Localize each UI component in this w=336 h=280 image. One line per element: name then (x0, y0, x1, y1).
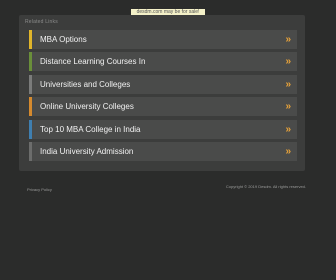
double-chevron-right-icon: » (285, 123, 291, 135)
double-chevron-right-icon: » (285, 56, 291, 68)
copyright-text: Copyright © 2019 Desdm. All rights reser… (225, 184, 306, 189)
related-link-india-admission[interactable]: India University Admission » (29, 141, 297, 161)
link-label[interactable]: MBA Options (40, 30, 87, 49)
link-label[interactable]: Top 10 MBA College in India (40, 120, 141, 139)
sale-banner[interactable]: desdm.com may be for sale! (0, 0, 336, 16)
double-chevron-right-icon: » (285, 101, 291, 113)
link-label[interactable]: Distance Learning Courses In (40, 52, 145, 71)
link-label[interactable]: Online University Colleges (40, 97, 134, 116)
related-links-list: MBA Options » Distance Learning Courses … (29, 30, 297, 164)
double-chevron-right-icon: » (285, 34, 291, 45)
related-link-distance-learning[interactable]: Distance Learning Courses In » (29, 52, 297, 72)
double-chevron-right-icon: » (285, 78, 291, 90)
double-chevron-right-icon: » (285, 145, 291, 157)
related-link-universities-colleges[interactable]: Universities and Colleges » (29, 74, 297, 94)
related-link-mba-options[interactable]: MBA Options » (29, 30, 297, 49)
related-links-panel: Related Links MBA Options » Distance Lea… (19, 15, 305, 171)
related-link-top-mba-india[interactable]: Top 10 MBA College in India » (29, 119, 297, 139)
link-label[interactable]: Universities and Colleges (40, 75, 130, 94)
panel-title: Related Links (25, 19, 58, 25)
privacy-policy-link[interactable]: Privacy Policy (27, 187, 52, 192)
link-label[interactable]: India University Admission (40, 142, 133, 161)
related-link-online-university[interactable]: Online University Colleges » (29, 97, 297, 117)
